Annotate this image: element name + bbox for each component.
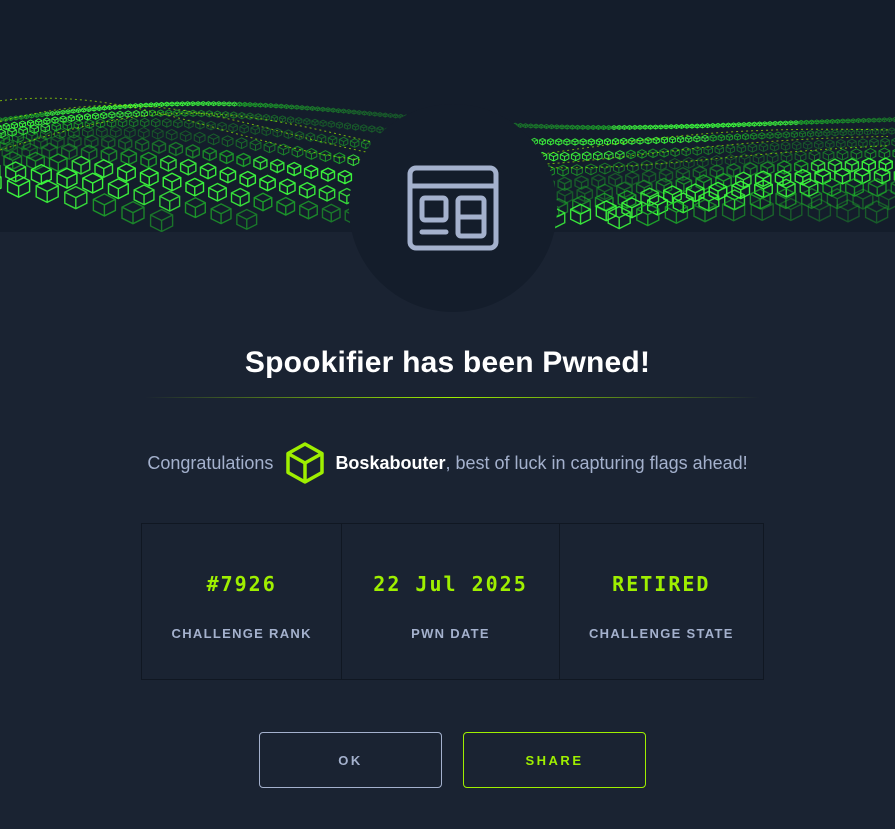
page-title: Spookifier has been Pwned! <box>244 346 651 379</box>
ok-button[interactable]: OK <box>259 732 442 788</box>
stat-value: #7926 <box>206 572 277 596</box>
title-divider <box>145 397 760 398</box>
stat-pwn-date: 22 Jul 2025 PWN DATE <box>342 524 560 679</box>
congrats-message: Congratulations Boskabouter , best of lu… <box>0 440 895 486</box>
stat-label: CHALLENGE STATE <box>588 626 734 641</box>
username-link[interactable]: Boskabouter <box>335 453 445 474</box>
stat-challenge-state: RETIRED CHALLENGE STATE <box>560 524 763 679</box>
stat-label: CHALLENGE RANK <box>171 626 312 641</box>
stat-value: 22 Jul 2025 <box>373 572 528 596</box>
congrats-prefix: Congratulations <box>147 452 274 473</box>
share-button[interactable]: SHARE <box>463 732 646 788</box>
stats-panel: #7926 CHALLENGE RANK 22 Jul 2025 PWN DAT… <box>141 523 764 680</box>
congrats-suffix: , best of luck in capturing flags ahead! <box>445 452 748 473</box>
stat-label: PWN DATE <box>411 626 490 641</box>
stat-challenge-rank: #7926 CHALLENGE RANK <box>142 524 343 679</box>
stat-value: RETIRED <box>612 572 711 596</box>
hackthebox-cube-icon <box>285 442 325 484</box>
challenge-badge <box>349 104 557 312</box>
web-window-icon <box>407 165 499 251</box>
